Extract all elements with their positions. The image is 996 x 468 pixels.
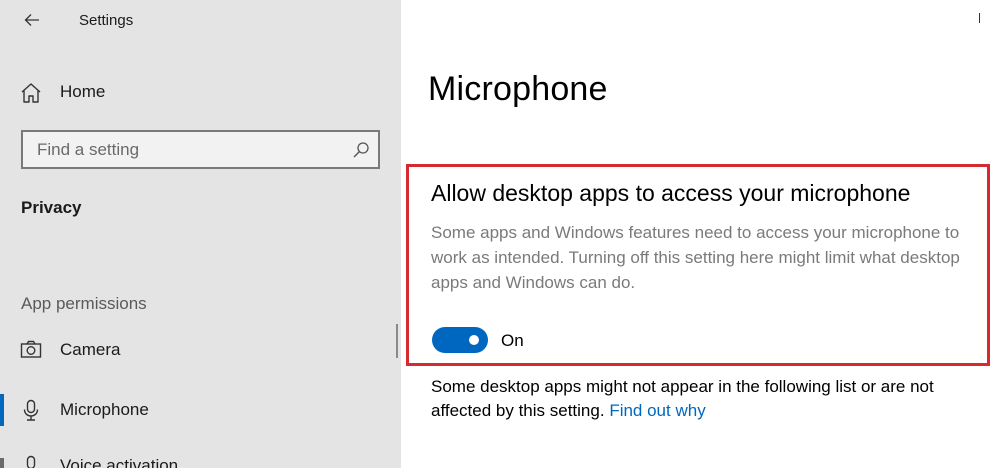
camera-icon (20, 340, 42, 358)
sidebar-item-label: Microphone (60, 400, 149, 419)
sidebar-item-voice-activation[interactable]: Voice activation (0, 446, 401, 468)
find-out-why-link[interactable]: Find out why (609, 401, 705, 420)
home-icon (21, 83, 41, 103)
sidebar-scrollbar[interactable] (396, 324, 398, 358)
sidebar-item-microphone[interactable]: Microphone (0, 390, 401, 430)
window-control-glyph (978, 13, 980, 23)
back-arrow-icon (24, 14, 39, 26)
toggle-state-label: On (501, 331, 524, 350)
window-control[interactable] (973, 12, 985, 24)
toggle-knob (469, 335, 479, 345)
sidebar-edge-marker (0, 458, 4, 468)
group-title-app-permissions: App permissions (21, 294, 147, 313)
desktop-apps-mic-toggle[interactable] (432, 327, 488, 353)
sidebar-item-camera[interactable]: Camera (0, 330, 401, 370)
search-icon[interactable] (352, 141, 370, 159)
section-title-privacy: Privacy (21, 198, 82, 217)
nav-home[interactable]: Home (0, 72, 401, 112)
main-content: Microphone Allow desktop apps to access … (401, 0, 996, 468)
window-title: Settings (79, 12, 134, 29)
sidebar-item-label: Camera (60, 340, 121, 359)
page-title: Microphone (428, 70, 608, 108)
sidebar: Settings Home Privacy App permissions Ca… (0, 0, 401, 468)
voice-activation-icon (26, 455, 36, 468)
search-box[interactable] (21, 130, 380, 169)
selected-indicator (0, 394, 4, 426)
section-heading: Allow desktop apps to access your microp… (431, 180, 911, 206)
nav-home-label: Home (60, 82, 106, 101)
microphone-icon (23, 399, 39, 421)
info-note: Some desktop apps might not appear in th… (431, 375, 991, 423)
back-button[interactable] (18, 6, 46, 34)
sidebar-item-label: Voice activation (60, 456, 179, 468)
search-input[interactable] (23, 132, 343, 167)
section-description: Some apps and Windows features need to a… (431, 223, 960, 292)
